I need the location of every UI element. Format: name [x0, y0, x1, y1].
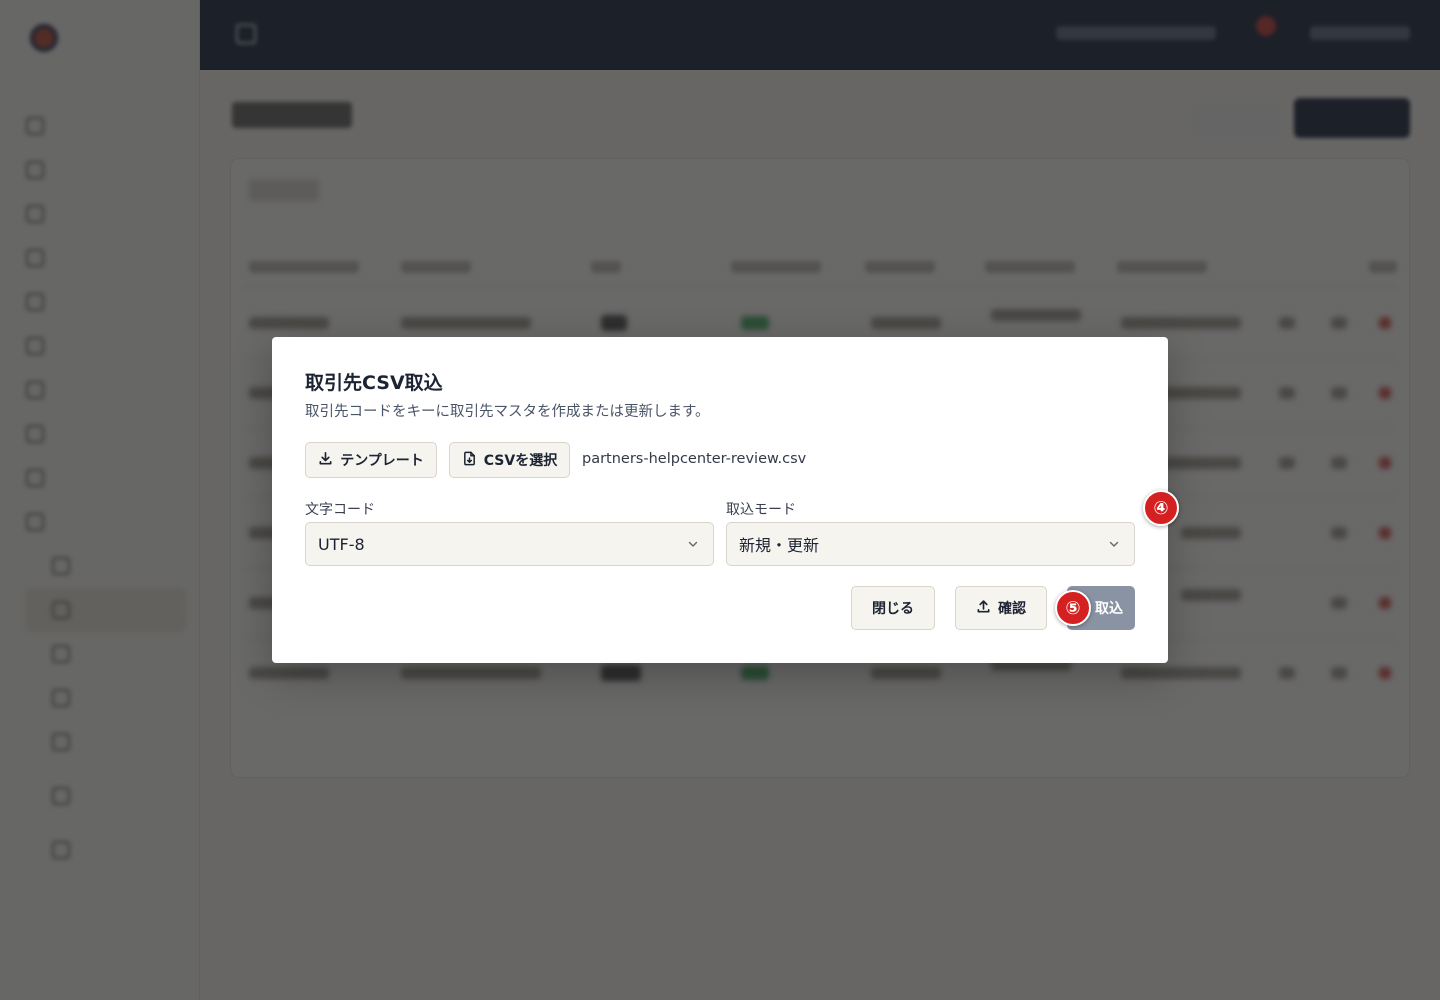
modal-title: 取引先CSV取込 — [305, 372, 443, 394]
step-4-marker: ④ — [1143, 490, 1179, 526]
selected-file-name: partners-helpcenter-review.csv — [582, 451, 807, 467]
csv-import-modal: 取引先CSV取込 取引先コードをキーに取引先マスタを作成または更新します。 テン… — [272, 337, 1168, 663]
template-button-label: テンプレート — [340, 453, 424, 469]
template-download-button[interactable]: テンプレート — [305, 442, 437, 478]
close-button-label: 閉じる — [872, 601, 914, 617]
download-icon — [318, 451, 333, 470]
encoding-select[interactable]: UTF-8 — [305, 522, 714, 566]
encoding-label: 文字コード — [305, 502, 375, 518]
import-button-label: 取込 — [1095, 601, 1123, 617]
step-5-marker: ⑤ — [1055, 590, 1091, 626]
chevron-down-icon — [688, 541, 698, 547]
modal-description: 取引先コードをキーに取引先マスタを作成または更新します。 — [305, 404, 710, 420]
encoding-value: UTF-8 — [318, 534, 365, 554]
close-button[interactable]: 閉じる — [851, 586, 935, 630]
import-mode-label: 取込モード — [726, 502, 796, 518]
select-csv-button[interactable]: CSVを選択 — [449, 442, 570, 478]
import-mode-select[interactable]: 新規・更新 — [726, 522, 1135, 566]
confirm-button-label: 確認 — [998, 601, 1026, 617]
chevron-down-icon — [1109, 541, 1119, 547]
import-mode-value: 新規・更新 — [739, 536, 820, 555]
upload-icon — [976, 599, 991, 618]
file-csv-icon — [462, 451, 477, 470]
confirm-button[interactable]: 確認 — [955, 586, 1047, 630]
select-csv-label: CSVを選択 — [483, 453, 558, 469]
